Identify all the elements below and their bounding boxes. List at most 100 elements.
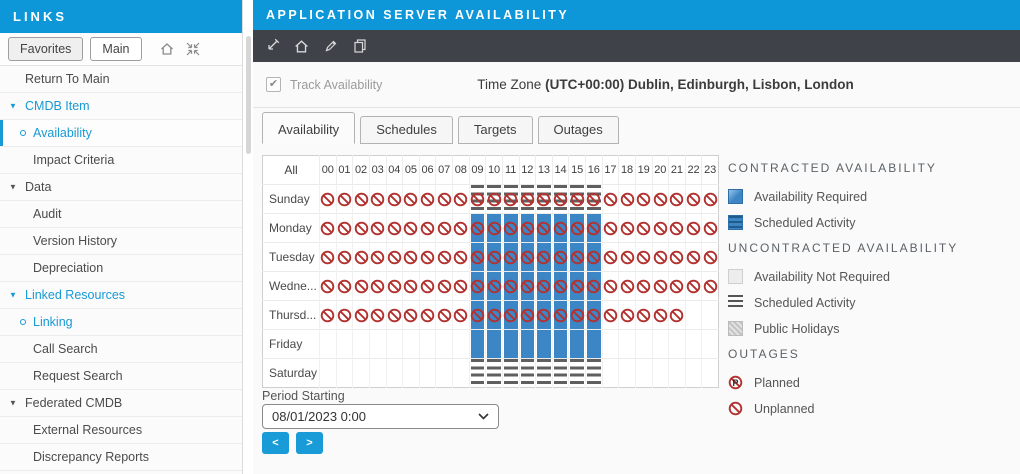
- grid-cell[interactable]: [436, 185, 453, 214]
- grid-cell[interactable]: [403, 359, 420, 388]
- home-icon[interactable]: [159, 41, 175, 57]
- grid-cell[interactable]: [536, 301, 553, 330]
- grid-cell[interactable]: [569, 243, 586, 272]
- grid-cell[interactable]: [369, 214, 386, 243]
- grid-cell[interactable]: [320, 185, 337, 214]
- grid-cell[interactable]: [336, 185, 353, 214]
- grid-cell[interactable]: [453, 272, 470, 301]
- grid-cell[interactable]: [336, 214, 353, 243]
- grid-cell[interactable]: [652, 301, 669, 330]
- grid-cell[interactable]: [569, 185, 586, 214]
- grid-cell[interactable]: [386, 272, 403, 301]
- grid-hour-header[interactable]: 17: [602, 156, 619, 185]
- grid-cell[interactable]: [336, 301, 353, 330]
- grid-hour-header[interactable]: 21: [669, 156, 686, 185]
- previous-period-button[interactable]: <: [262, 432, 289, 454]
- grid-cell[interactable]: [536, 214, 553, 243]
- grid-cell[interactable]: [320, 243, 337, 272]
- grid-cell[interactable]: [552, 243, 569, 272]
- grid-cell[interactable]: [552, 214, 569, 243]
- grid-cell[interactable]: [702, 243, 719, 272]
- grid-cell[interactable]: [602, 243, 619, 272]
- grid-cell[interactable]: [353, 330, 370, 359]
- grid-cell[interactable]: [602, 214, 619, 243]
- collapse-icon[interactable]: [185, 41, 201, 57]
- grid-cell[interactable]: [569, 330, 586, 359]
- grid-cell[interactable]: [536, 359, 553, 388]
- tab-outages[interactable]: Outages: [538, 116, 619, 144]
- grid-cell[interactable]: [419, 214, 436, 243]
- tab-main[interactable]: Main: [90, 37, 141, 61]
- grid-cell[interactable]: [486, 243, 503, 272]
- grid-cell[interactable]: [419, 330, 436, 359]
- grid-cell[interactable]: [519, 272, 536, 301]
- grid-cell[interactable]: [536, 185, 553, 214]
- grid-cell[interactable]: [419, 185, 436, 214]
- tab-availability[interactable]: Availability: [262, 112, 355, 144]
- expand-arrow-icon[interactable]: ▼: [9, 399, 17, 408]
- grid-hour-header[interactable]: 02: [353, 156, 370, 185]
- grid-cell[interactable]: [469, 272, 486, 301]
- grid-cell[interactable]: [602, 185, 619, 214]
- grid-hour-header[interactable]: 07: [436, 156, 453, 185]
- grid-cell[interactable]: [652, 243, 669, 272]
- grid-cell[interactable]: [502, 214, 519, 243]
- grid-cell[interactable]: [635, 185, 652, 214]
- grid-cell[interactable]: [386, 214, 403, 243]
- grid-cell[interactable]: [403, 330, 420, 359]
- grid-cell[interactable]: [602, 359, 619, 388]
- grid-cell[interactable]: [552, 359, 569, 388]
- tab-targets[interactable]: Targets: [458, 116, 533, 144]
- grid-cell[interactable]: [652, 272, 669, 301]
- grid-cell[interactable]: [369, 243, 386, 272]
- grid-cell[interactable]: [469, 301, 486, 330]
- grid-cell[interactable]: [320, 330, 337, 359]
- grid-cell[interactable]: [652, 330, 669, 359]
- grid-cell[interactable]: [469, 185, 486, 214]
- grid-cell[interactable]: [635, 272, 652, 301]
- grid-all-header[interactable]: All: [263, 156, 320, 185]
- grid-cell[interactable]: [702, 359, 719, 388]
- grid-cell[interactable]: [602, 330, 619, 359]
- grid-cell[interactable]: [486, 214, 503, 243]
- grid-hour-header[interactable]: 06: [419, 156, 436, 185]
- grid-cell[interactable]: [569, 214, 586, 243]
- grid-hour-header[interactable]: 22: [685, 156, 702, 185]
- grid-cell[interactable]: [419, 301, 436, 330]
- grid-cell[interactable]: [386, 359, 403, 388]
- grid-cell[interactable]: [336, 243, 353, 272]
- grid-hour-header[interactable]: 16: [586, 156, 603, 185]
- grid-cell[interactable]: [436, 359, 453, 388]
- sidebar-item-linked-resources[interactable]: ▼Linked Resources: [0, 282, 242, 309]
- grid-cell[interactable]: [469, 214, 486, 243]
- sidebar-item-data[interactable]: ▼Data: [0, 174, 242, 201]
- grid-cell[interactable]: [619, 301, 636, 330]
- grid-hour-header[interactable]: 08: [453, 156, 470, 185]
- expand-arrow-icon[interactable]: ▼: [9, 291, 17, 300]
- grid-cell[interactable]: [436, 272, 453, 301]
- grid-cell[interactable]: [369, 272, 386, 301]
- grid-cell[interactable]: [353, 185, 370, 214]
- grid-cell[interactable]: [569, 272, 586, 301]
- sidebar-item-discrepancy-reports[interactable]: Discrepancy Reports: [0, 444, 242, 471]
- grid-cell[interactable]: [353, 214, 370, 243]
- grid-cell[interactable]: [419, 272, 436, 301]
- grid-cell[interactable]: [453, 330, 470, 359]
- grid-cell[interactable]: [502, 272, 519, 301]
- grid-cell[interactable]: [702, 214, 719, 243]
- grid-cell[interactable]: [502, 243, 519, 272]
- grid-cell[interactable]: [419, 243, 436, 272]
- grid-cell[interactable]: [635, 214, 652, 243]
- grid-cell[interactable]: [586, 301, 603, 330]
- grid-cell[interactable]: [552, 330, 569, 359]
- grid-cell[interactable]: [486, 301, 503, 330]
- sidebar-item-linking[interactable]: Linking: [0, 309, 242, 336]
- edit-icon[interactable]: [323, 38, 339, 54]
- grid-cell[interactable]: [436, 301, 453, 330]
- grid-cell[interactable]: [685, 359, 702, 388]
- grid-cell[interactable]: [685, 214, 702, 243]
- grid-hour-header[interactable]: 05: [403, 156, 420, 185]
- grid-cell[interactable]: [519, 359, 536, 388]
- grid-cell[interactable]: [586, 330, 603, 359]
- grid-cell[interactable]: [536, 243, 553, 272]
